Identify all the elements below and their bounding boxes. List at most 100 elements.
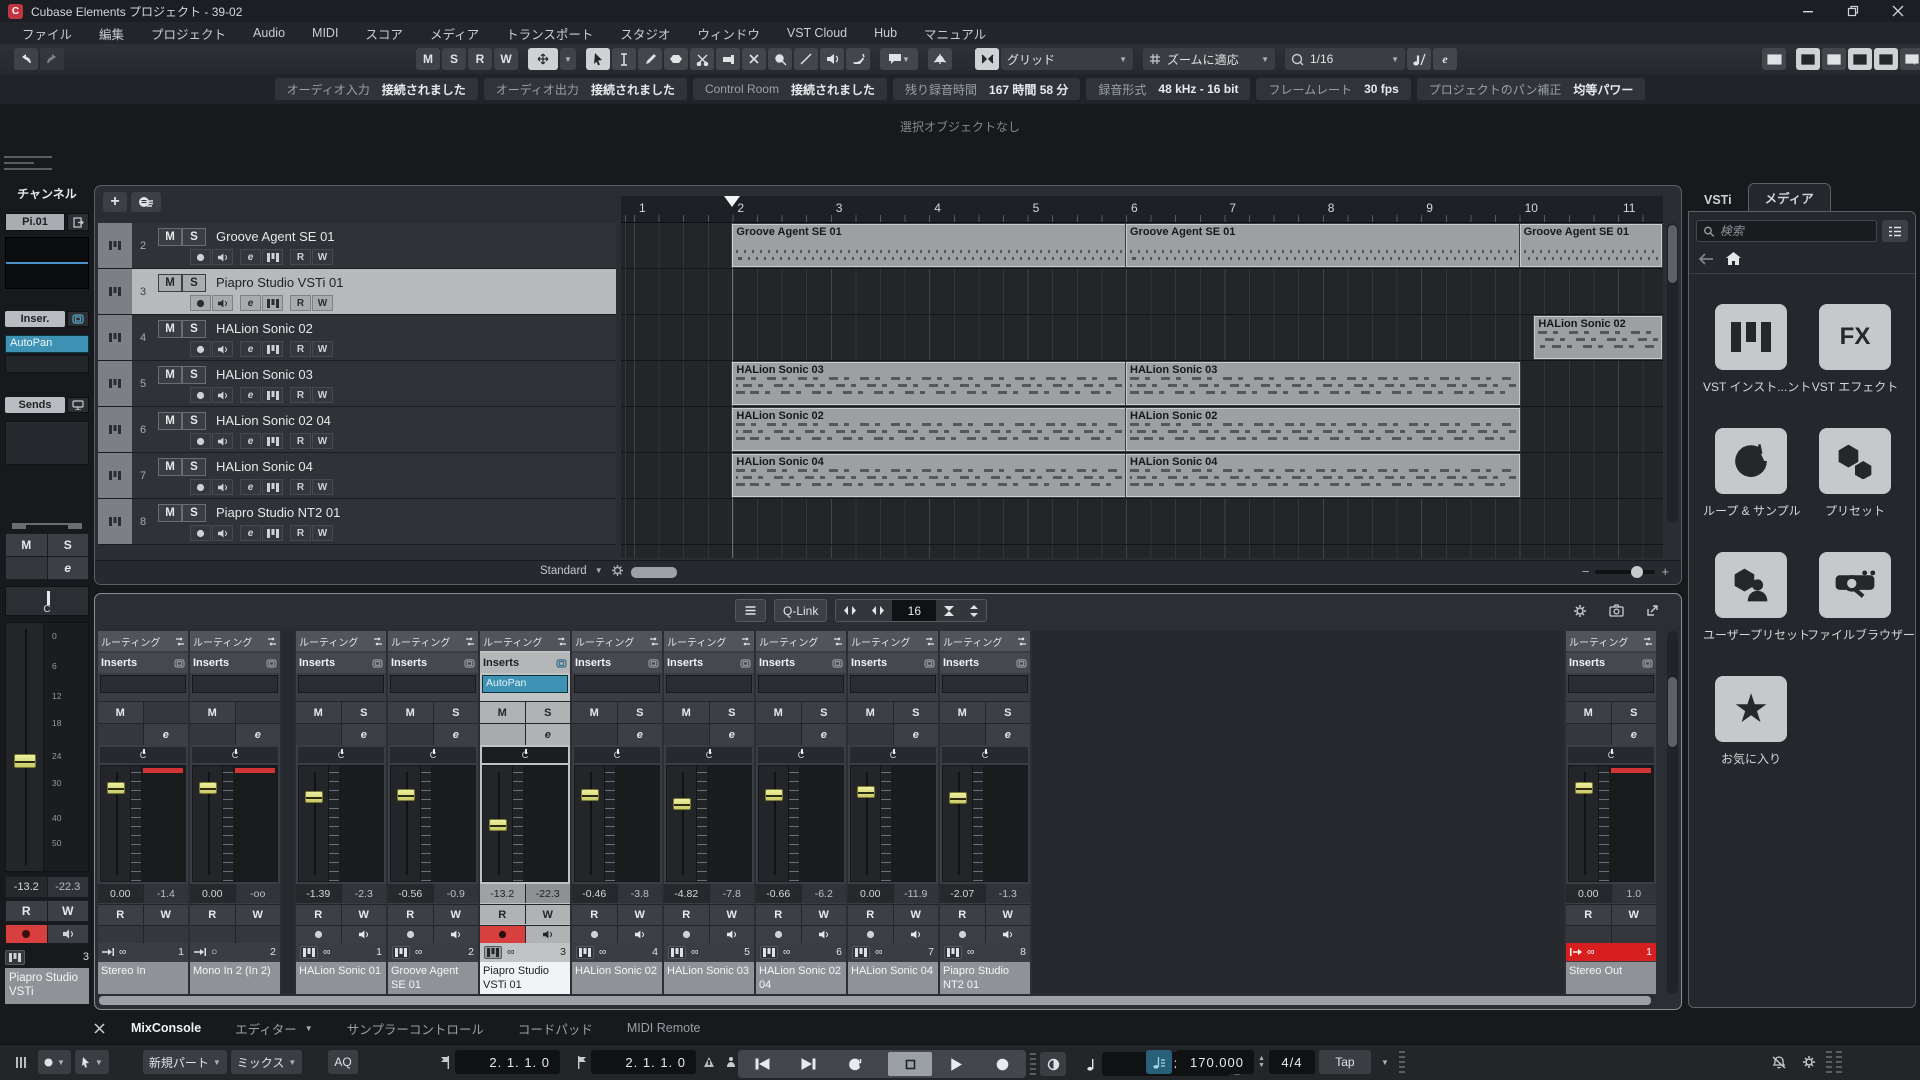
strip-pan-control[interactable]: C — [758, 747, 844, 763]
zoom-tool-icon[interactable] — [768, 48, 792, 70]
insert-slot[interactable] — [298, 675, 384, 693]
track-monitor-button[interactable] — [212, 387, 233, 403]
transport-section-grip[interactable] — [1030, 1053, 1036, 1075]
track-write-button[interactable]: W — [312, 295, 333, 311]
channel-strip[interactable]: ルーティングInsertsMeC0.00-ooRW○2Mono In 2 (In… — [190, 631, 280, 994]
tempo-section-grip[interactable] — [1399, 1051, 1405, 1073]
strip-read-button[interactable]: R — [572, 905, 617, 924]
track-mute-button[interactable]: M — [158, 228, 182, 246]
track-edit-button[interactable]: e — [240, 525, 261, 541]
strip-write-button[interactable]: W — [342, 905, 387, 924]
midi-event[interactable]: HALion Sonic 04 — [732, 454, 1126, 497]
back-icon[interactable] — [1699, 253, 1714, 265]
split-tool-icon[interactable] — [690, 48, 714, 70]
zoom-out-button[interactable]: − — [1582, 564, 1590, 579]
channel-tag[interactable]: Pi.01 — [5, 213, 65, 231]
auto-scroll-icon[interactable] — [528, 48, 558, 70]
track-write-button[interactable]: W — [312, 525, 333, 541]
strip-read-button[interactable]: R — [756, 905, 801, 924]
track-name[interactable]: HALion Sonic 04 — [216, 459, 313, 474]
strip-write-button[interactable]: W — [236, 905, 281, 924]
strip-volume-value[interactable]: 0.00 — [1566, 884, 1611, 903]
track-instrument-button[interactable] — [262, 295, 283, 311]
object-selection-tool-icon[interactable] — [586, 48, 610, 70]
strip-fader-handle[interactable] — [101, 766, 131, 881]
channel-scroll-icon[interactable] — [962, 600, 986, 621]
strip-peak-value[interactable]: -2.3 — [342, 884, 387, 903]
time-format-icon[interactable] — [1084, 1052, 1098, 1076]
track-height-preset[interactable]: Standard — [540, 565, 587, 577]
insert-slot-empty[interactable] — [5, 355, 89, 373]
channel-strip[interactable]: ルーティングInsertsMSeC-1.39-2.3RW∞1HALion Son… — [296, 631, 386, 994]
track-row[interactable]: 4MSHALion Sonic 02eRW — [98, 315, 616, 361]
tempo-dropdown-icon[interactable]: ▼ — [1375, 1050, 1395, 1074]
track-name[interactable]: Piapro Studio NT2 01 — [216, 505, 340, 520]
grid-type-dropdown[interactable]: ズームに適応 ▼ — [1143, 48, 1275, 70]
tempo-track-icon[interactable] — [1146, 1050, 1172, 1074]
routing-rack-header[interactable]: ルーティング — [940, 631, 1030, 651]
inserts-rack-header[interactable]: Inserts — [756, 653, 846, 673]
media-tile-piano[interactable]: VST インスト...ント — [1703, 304, 1799, 395]
strip-fader-handle[interactable] — [759, 766, 789, 881]
info-item-3[interactable]: 残り録音時間167 時間 58 分 — [893, 78, 1080, 100]
inserts-rack-header[interactable]: Inserts — [296, 653, 386, 673]
audition-icon[interactable] — [1040, 1052, 1066, 1076]
menu-item-11[interactable]: Hub — [874, 26, 897, 40]
strip-read-button[interactable]: R — [848, 905, 893, 924]
track-row[interactable]: 6MSHALion Sonic 02 04eRW — [98, 407, 616, 453]
project-vertical-scrollbar[interactable] — [1667, 223, 1678, 523]
strip-fader-handle[interactable] — [1569, 766, 1599, 881]
cycle-button[interactable] — [832, 1052, 876, 1076]
strip-volume-value[interactable]: -0.46 — [572, 884, 617, 903]
track-row[interactable]: 7MSHALion Sonic 04eRW — [98, 453, 616, 499]
menu-item-0[interactable]: ファイル — [22, 24, 72, 43]
strip-record-enable-button[interactable] — [572, 926, 617, 943]
strip-read-button[interactable]: R — [664, 905, 709, 924]
horizontal-scrollbar-thumb[interactable] — [631, 567, 677, 578]
mix-dropdown[interactable]: ミックス▼ — [231, 1050, 303, 1074]
strip-solo-button[interactable]: S — [526, 702, 571, 723]
range-selection-tool-icon[interactable] — [612, 48, 636, 70]
media-search-field[interactable] — [1696, 220, 1877, 242]
transport-grid-icon[interactable] — [8, 1050, 34, 1074]
minimize-button[interactable] — [1785, 0, 1830, 22]
right-locator-icon[interactable] — [576, 1056, 587, 1069]
strip-channel-name[interactable]: Stereo Out — [1566, 962, 1656, 994]
track-read-button[interactable]: R — [290, 387, 311, 403]
line-tool-icon[interactable] — [794, 48, 818, 70]
menu-item-2[interactable]: プロジェクト — [151, 24, 226, 43]
lower-zone-tab-3[interactable]: コードパッド — [518, 1019, 593, 1038]
strip-edit-button[interactable]: e — [434, 724, 479, 745]
insert-slot[interactable] — [850, 675, 936, 693]
punch-in-icon[interactable] — [700, 1050, 718, 1074]
strip-fader-handle[interactable] — [391, 766, 421, 881]
mute-tool-icon[interactable] — [742, 48, 766, 70]
track-row[interactable]: 2MSGroove Agent SE 01eRW — [98, 223, 616, 269]
track-write-button[interactable]: W — [312, 479, 333, 495]
strip-record-enable-button[interactable] — [940, 926, 985, 943]
peak-value[interactable]: -22.3 — [48, 877, 89, 897]
strip-volume-value[interactable]: -13.2 — [480, 884, 525, 903]
strip-pan-control[interactable]: C — [482, 747, 568, 763]
strip-pan-control[interactable]: C — [666, 747, 752, 763]
zone-divider-grip[interactable] — [4, 156, 52, 170]
midi-event[interactable]: HALion Sonic 02 — [1126, 408, 1520, 451]
track-edit-button[interactable]: e — [240, 249, 261, 265]
track-record-enable-button[interactable] — [190, 525, 211, 541]
strip-channel-name[interactable]: HALion Sonic 04 — [848, 962, 938, 994]
info-item-1[interactable]: オーディオ出力接続されました — [484, 78, 687, 100]
channel-strip[interactable]: ルーティングInsertsMSeC-2.07-1.3RW∞8Piapro Stu… — [940, 631, 1030, 994]
inserts-rack-header[interactable]: Inserts — [848, 653, 938, 673]
play-tool-icon[interactable] — [820, 48, 844, 70]
track-row[interactable]: 8MSPiapro Studio NT2 01eRW — [98, 499, 616, 545]
strip-edit-button[interactable]: e — [618, 724, 663, 745]
menu-item-8[interactable]: スタジオ — [620, 24, 670, 43]
strip-write-button[interactable]: W — [986, 905, 1031, 924]
loop-icon[interactable] — [1715, 428, 1787, 494]
onscreen-keyboard-icon[interactable] — [1762, 48, 1786, 70]
routing-rack-header[interactable]: ルーティング — [756, 631, 846, 651]
strip-channel-name[interactable]: HALion Sonic 01 — [296, 962, 386, 994]
write-automation-button[interactable]: W — [494, 48, 518, 70]
strip-solo-button[interactable]: S — [434, 702, 479, 723]
strip-volume-value[interactable]: -0.66 — [756, 884, 801, 903]
